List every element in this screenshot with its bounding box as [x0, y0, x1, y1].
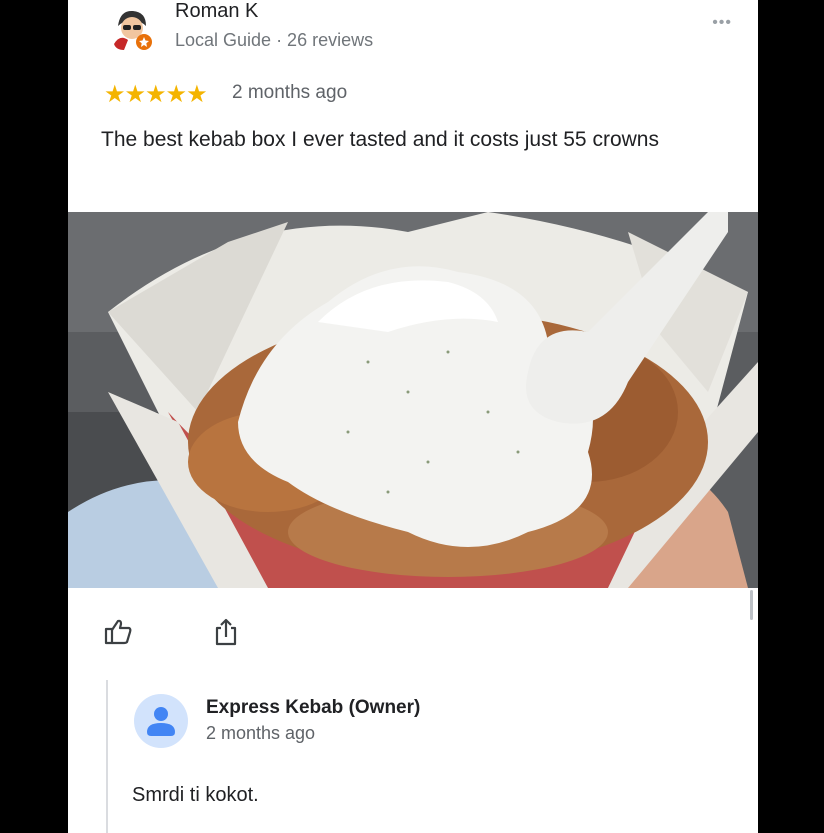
owner-reply-time: 2 months ago [206, 723, 316, 743]
scrollbar[interactable] [750, 590, 753, 620]
reviewer-avatar[interactable] [106, 4, 156, 54]
owner-name[interactable]: Express Kebab (Owner) [206, 697, 420, 719]
owner-reply-text: Smrdi ti kokot. [132, 784, 259, 806]
review-card: Roman K Local Guide · 26 reviews ••• ★★★… [68, 0, 758, 833]
reviewer-name[interactable]: Roman K [175, 0, 258, 23]
owner-reply: Express Kebab (Owner) 2 months ago Smrdi… [106, 680, 728, 833]
review-time: 2 months ago [232, 82, 348, 103]
review-text: The best kebab box I ever tasted and it … [101, 128, 659, 151]
reviewer-meta: Local Guide · 26 reviews [175, 30, 374, 50]
star-rating: ★★★★★ [104, 81, 208, 108]
share-icon [211, 617, 241, 652]
owner-avatar[interactable] [134, 694, 188, 748]
thumbs-up-icon [103, 617, 133, 652]
review-photo[interactable] [68, 212, 758, 588]
share-button[interactable] [208, 616, 244, 652]
like-button[interactable] [100, 616, 136, 652]
more-options-icon[interactable]: ••• [712, 14, 732, 32]
